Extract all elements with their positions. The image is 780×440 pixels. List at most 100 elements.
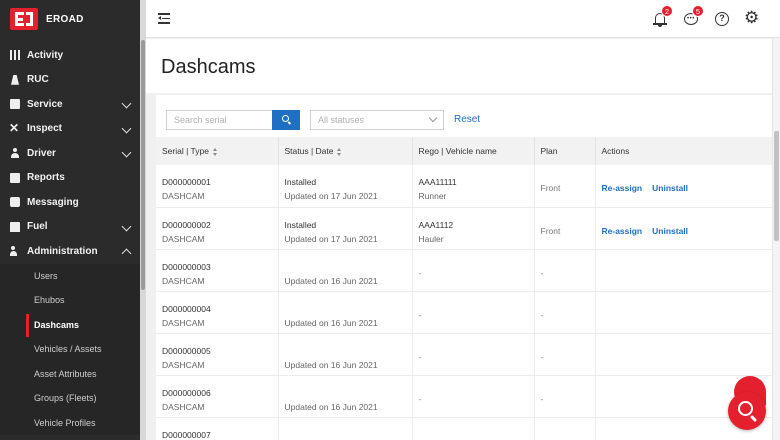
device-type: DASHCAM xyxy=(162,191,205,201)
cell-rego-vehicle: AAA1112 Hauler xyxy=(412,207,535,250)
eroad-logo xyxy=(10,8,38,30)
status-date: Updated on 16 Jun 2021 xyxy=(284,359,378,370)
status-text xyxy=(285,302,412,316)
search-help-fab[interactable] xyxy=(728,392,766,430)
cell-serial-type: D000000002 DASHCAM xyxy=(156,207,279,250)
rego: - xyxy=(418,309,422,320)
plan: - xyxy=(540,351,544,362)
reset-link[interactable]: Reset xyxy=(454,114,480,125)
cell-plan: - xyxy=(534,375,596,418)
collapse-menu-icon[interactable] xyxy=(158,13,170,24)
cell-rego-vehicle: AAA11111 Runner xyxy=(412,165,535,208)
sidebar-item-label: Activity xyxy=(27,49,64,61)
status-select[interactable]: All statuses xyxy=(310,110,444,130)
re-assign-link[interactable]: Re-assign xyxy=(602,183,643,193)
cell-actions xyxy=(595,291,772,334)
sidebar-item-administration[interactable]: Administration xyxy=(0,239,140,264)
activity-icon xyxy=(10,50,20,61)
sidebar-subitem-ehubos[interactable]: Ehubos xyxy=(0,288,140,313)
brand-name: EROAD xyxy=(46,13,84,25)
settings-button[interactable]: ⚙ xyxy=(744,9,760,27)
sort-icon[interactable] xyxy=(212,147,218,156)
sidebar-item-activity[interactable]: Activity xyxy=(0,43,140,68)
table-header-row: Serial | Type Status | Date Rego | Vehic… xyxy=(156,137,772,165)
messages-button[interactable]: ••• 5 xyxy=(683,5,704,27)
column-header-rego-vehicle: Rego | Vehicle name xyxy=(412,137,535,165)
main-content: Dashcams All statuses Reset Serial | Typ… xyxy=(146,39,772,440)
cell-actions xyxy=(595,333,772,376)
sidebar-subitem-label: Vehicles / Assets xyxy=(34,344,102,355)
sort-icon[interactable] xyxy=(337,147,342,156)
serial-number: D000000004 xyxy=(162,303,211,314)
device-type: DASHCAM xyxy=(162,401,205,412)
cell-plan: Front xyxy=(534,165,596,208)
notifications-button[interactable]: 2 xyxy=(652,5,673,27)
plan: - xyxy=(540,309,544,320)
sidebar-subitem-dashcams[interactable]: Dashcams xyxy=(0,313,140,338)
ruc-icon xyxy=(10,75,20,85)
sidebar-subitem-asset-attributes[interactable]: Asset Attributes xyxy=(0,362,140,387)
cell-actions: Re-assign Uninstall xyxy=(595,207,772,250)
sidebar-subitem-vehicle-profiles[interactable]: Vehicle Profiles xyxy=(0,411,140,436)
cell-status-date xyxy=(278,417,413,440)
sidebar-scrollbar-thumb[interactable] xyxy=(141,40,145,290)
messages-badge: 5 xyxy=(692,5,704,17)
sidebar-item-fuel[interactable]: Fuel xyxy=(0,215,140,240)
page-header: Dashcams xyxy=(146,39,772,93)
chevron-down-icon xyxy=(121,221,132,231)
cell-status-date: Updated on 16 Jun 2021 xyxy=(278,291,413,334)
sidebar-subitem-users[interactable]: Users xyxy=(0,264,140,289)
column-header-status-date[interactable]: Status | Date xyxy=(278,137,413,165)
cell-serial-type: D000000006 DASHCAM xyxy=(156,375,279,418)
search-serial-input[interactable] xyxy=(166,110,272,130)
sidebar-item-messaging[interactable]: Messaging xyxy=(0,190,140,215)
search-button[interactable] xyxy=(272,110,300,130)
serial-number: D000000005 xyxy=(162,345,211,356)
uninstall-link[interactable]: Uninstall xyxy=(652,226,688,236)
table-row: D000000004 DASHCAM Updated on 16 Jun 2021 -… xyxy=(156,291,772,334)
plan: - xyxy=(540,267,544,278)
table-row: D000000007 xyxy=(156,417,772,440)
sidebar-subitem-groups-fleets[interactable]: Groups (Fleets) xyxy=(0,386,140,411)
top-bar: 2 ••• 5 ? ⚙ xyxy=(146,0,780,38)
main-scrollbar-thumb[interactable] xyxy=(774,131,779,241)
page-title: Dashcams xyxy=(161,56,256,78)
sidebar-item-label: Messaging xyxy=(27,196,79,208)
column-header-serial-type[interactable]: Serial | Type xyxy=(156,137,279,165)
sidebar-item-label: Inspect xyxy=(27,123,63,135)
cell-rego-vehicle xyxy=(412,417,535,440)
sidebar-item-label: Service xyxy=(27,98,63,110)
rego: AAA11111 xyxy=(418,177,457,187)
sidebar-subitem-label: Asset Attributes xyxy=(34,368,97,379)
sidebar-item-service[interactable]: Service xyxy=(0,92,140,117)
cell-plan: - xyxy=(534,333,596,376)
driver-icon xyxy=(10,148,20,159)
rego: - xyxy=(418,351,422,362)
cell-rego-vehicle: - xyxy=(412,249,535,292)
sidebar-subitem-vehicles-assets[interactable]: Vehicles / Assets xyxy=(0,337,140,362)
status-date: Updated on 17 Jun 2021 xyxy=(284,233,378,244)
sidebar-subitem-label: Dashcams xyxy=(34,319,80,330)
cell-serial-type: D000000003 DASHCAM xyxy=(156,249,279,292)
status-select-value: All statuses xyxy=(318,115,365,125)
status-date: Updated on 16 Jun 2021 xyxy=(284,275,378,286)
sidebar-item-ruc[interactable]: RUC xyxy=(0,68,140,93)
cell-serial-type: D000000007 xyxy=(156,417,279,440)
cell-plan: - xyxy=(534,249,596,292)
fuel-icon xyxy=(10,221,20,232)
cell-actions xyxy=(595,249,772,292)
uninstall-link[interactable]: Uninstall xyxy=(652,183,688,193)
serial-number: D000000007 xyxy=(162,429,211,440)
sidebar-item-driver[interactable]: Driver xyxy=(0,141,140,166)
sidebar-item-reports[interactable]: Reports xyxy=(0,166,140,191)
brand[interactable]: EROAD xyxy=(0,0,140,38)
help-button[interactable]: ? xyxy=(714,11,730,27)
sidebar-item-inspect[interactable]: Inspect xyxy=(0,117,140,142)
sidebar-item-label: Administration xyxy=(27,245,98,257)
rego xyxy=(419,418,534,434)
device-type: DASHCAM xyxy=(162,317,205,328)
main-scrollbar[interactable] xyxy=(772,39,780,440)
re-assign-link[interactable]: Re-assign xyxy=(602,226,643,236)
sidebar-item-label: Fuel xyxy=(27,221,48,233)
status-text xyxy=(285,428,412,440)
